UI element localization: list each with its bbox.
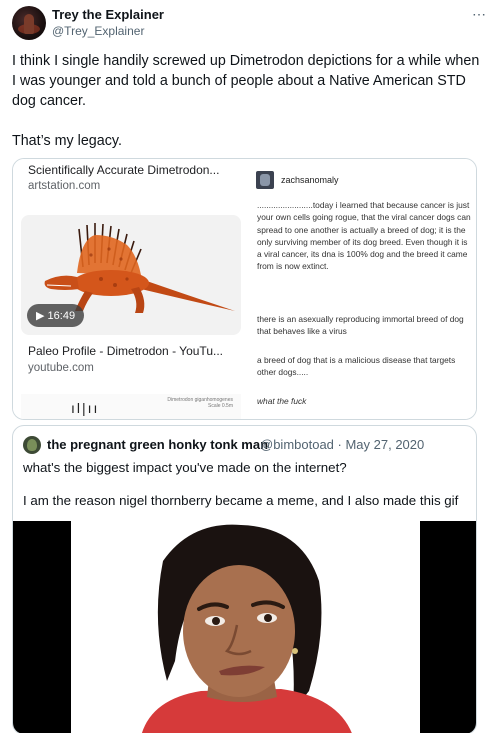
tumblr-reply: a breed of dog that is a malicious disea…: [257, 355, 456, 378]
author-name[interactable]: Trey the Explainer: [52, 7, 164, 22]
result-title-artstation[interactable]: Scientifically Accurate Dimetrodon...: [28, 163, 219, 177]
tweet-header: Trey the Explainer @Trey_Explainer ⋯: [12, 6, 487, 42]
result-domain-youtube: youtube.com: [28, 362, 94, 374]
quoted-text-line: I am the reason nigel thornberry became …: [23, 493, 459, 508]
quoted-text-line: what's the biggest impact you've made on…: [23, 460, 347, 475]
tweet-paragraph: That’s my legacy.: [12, 133, 122, 149]
tumblr-post: zachsanomaly ........................tod…: [251, 159, 476, 419]
quoted-author-avatar: [23, 436, 41, 454]
cropped-thumbnail: ıl|ıı Dimetrodon giganhomogenes Scale 0.…: [21, 394, 241, 419]
search-results-panel: Scientifically Accurate Dimetrodon... ar…: [13, 159, 245, 419]
play-icon: ▶: [36, 310, 45, 322]
tweet-text: I think I single handily screwed up Dime…: [12, 51, 487, 151]
result-domain-artstation: artstation.com: [28, 180, 101, 192]
attached-screenshot[interactable]: Scientifically Accurate Dimetrodon... ar…: [12, 158, 477, 420]
letterbox-left: [13, 521, 71, 733]
quoted-author-name: the pregnant green honky tonk man: [47, 437, 269, 452]
author-handle[interactable]: @Trey_Explainer: [52, 24, 144, 38]
thumbnail-caption: Dimetrodon giganhomogenes Scale 0.5m: [167, 397, 233, 409]
tumblr-username: zachsanomaly: [281, 175, 339, 185]
more-options-icon[interactable]: ⋯: [472, 6, 487, 23]
tumblr-post-text: ........................today i learned …: [257, 200, 471, 272]
video-duration-badge: ▶ 16:49: [27, 304, 85, 327]
result-title-youtube[interactable]: Paleo Profile - Dimetrodon - YouTu...: [28, 344, 223, 358]
video-thumbnail[interactable]: ▶ 16:49: [21, 215, 241, 335]
woman-grimace-gif-frame: [71, 521, 420, 733]
letterbox-right: [420, 521, 476, 733]
quoted-tweet[interactable]: the pregnant green honky tonk man @bimbo…: [12, 425, 477, 733]
author-avatar[interactable]: [12, 6, 46, 40]
quoted-author-meta: @bimbotoad · May 27, 2020: [260, 437, 425, 452]
quoted-gif[interactable]: [13, 521, 476, 733]
spine-sketch: ıl|ıı: [71, 400, 100, 416]
tumblr-reply: there is an asexually reproducing immort…: [257, 314, 464, 337]
tumblr-reply: what the fuck: [257, 396, 307, 406]
tweet-paragraph: I think I single handily screwed up Dime…: [12, 53, 480, 109]
duration-label: 16:49: [47, 310, 76, 322]
tumblr-avatar: [256, 171, 274, 189]
